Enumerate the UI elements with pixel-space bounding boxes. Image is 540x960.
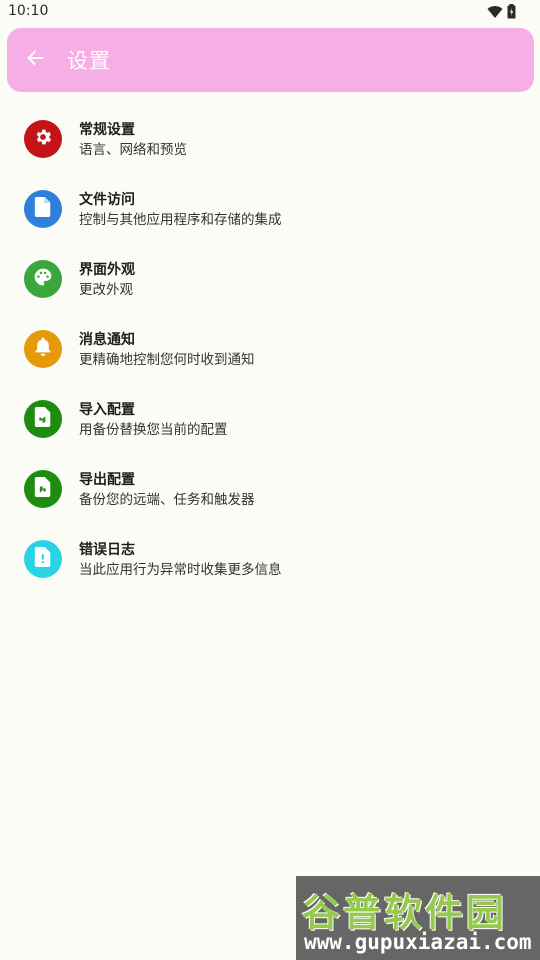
settings-item-title: 导入配置 [79, 402, 135, 418]
settings-item-icon-bg [24, 330, 62, 368]
settings-list: 常规设置 语言、网络和预览 文件访问 控制与其他应用程序和存储的集成 界面外观 … [0, 104, 540, 594]
settings-item-error-log[interactable]: 错误日志 当此应用行为异常时收集更多信息 [0, 524, 540, 594]
settings-item-title: 导出配置 [79, 472, 135, 488]
settings-item-export-config[interactable]: 导出配置 备份您的远端、任务和触发器 [0, 454, 540, 524]
settings-item-icon-bg [24, 190, 62, 228]
file-export-icon [34, 477, 52, 501]
settings-item-subtitle: 更改外观 [79, 282, 133, 298]
watermark-url: www.gupuxiazai.com [304, 930, 532, 954]
status-icons [487, 4, 516, 23]
arrow-left-icon [25, 48, 45, 72]
settings-item-icon-bg [24, 400, 62, 438]
watermark: 谷普软件园 www.gupuxiazai.com [296, 876, 540, 960]
file-import-icon [34, 407, 52, 431]
wifi-icon [487, 4, 503, 23]
file-icon [34, 197, 52, 221]
settings-item-icon-bg [24, 120, 62, 158]
settings-item-import-config[interactable]: 导入配置 用备份替换您当前的配置 [0, 384, 540, 454]
settings-item-icon-bg [24, 470, 62, 508]
settings-item-icon-bg [24, 260, 62, 298]
bell-icon [34, 337, 52, 361]
settings-item-file-access[interactable]: 文件访问 控制与其他应用程序和存储的集成 [0, 174, 540, 244]
palette-icon [33, 267, 53, 291]
settings-item-subtitle: 更精确地控制您何时收到通知 [79, 352, 255, 368]
settings-item-title: 常规设置 [79, 122, 135, 138]
status-time: 10:10 [8, 3, 49, 19]
settings-item-appearance[interactable]: 界面外观 更改外观 [0, 244, 540, 314]
settings-item-general[interactable]: 常规设置 语言、网络和预览 [0, 104, 540, 174]
settings-item-subtitle: 用备份替换您当前的配置 [79, 422, 228, 438]
settings-item-subtitle: 备份您的远端、任务和触发器 [79, 492, 255, 508]
file-alert-icon [34, 547, 52, 571]
status-bar: 10:10 [0, 0, 540, 24]
settings-item-title: 界面外观 [79, 262, 135, 278]
settings-item-subtitle: 语言、网络和预览 [79, 142, 187, 158]
settings-item-subtitle: 当此应用行为异常时收集更多信息 [79, 562, 282, 578]
settings-item-notifications[interactable]: 消息通知 更精确地控制您何时收到通知 [0, 314, 540, 384]
settings-item-title: 文件访问 [79, 192, 135, 208]
settings-item-title: 消息通知 [79, 332, 135, 348]
page-title: 设置 [67, 49, 111, 73]
battery-icon [507, 4, 516, 23]
settings-item-title: 错误日志 [79, 542, 135, 558]
settings-item-icon-bg [24, 540, 62, 578]
gear-icon [33, 127, 53, 151]
watermark-name: 谷普软件园 [302, 891, 508, 935]
app-bar: 设置 [7, 28, 534, 92]
settings-item-subtitle: 控制与其他应用程序和存储的集成 [79, 212, 282, 228]
back-button[interactable] [7, 28, 63, 92]
